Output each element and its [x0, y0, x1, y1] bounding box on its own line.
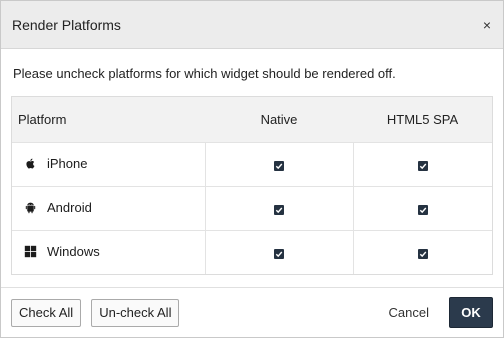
close-icon[interactable]: × [483, 17, 491, 33]
platform-label: Android [47, 200, 92, 215]
column-header-platform: Platform [12, 97, 205, 143]
render-platforms-dialog: Render Platforms × Please uncheck platfo… [0, 0, 504, 338]
native-cell [204, 230, 353, 274]
check-all-button[interactable]: Check All [11, 298, 82, 327]
table-header-row: Platform Native HTML5 SPA [12, 97, 492, 143]
ok-button[interactable]: OK [449, 297, 493, 328]
native-cell [204, 186, 353, 231]
apple-icon [24, 157, 37, 170]
dialog-footer: Check All Un-check All Cancel OK [1, 287, 503, 337]
html5-spa-cell [352, 142, 492, 187]
platform-cell: iPhone [12, 142, 205, 187]
checkbox-windows-html5-spa[interactable] [417, 248, 428, 259]
checkbox-iphone-native[interactable] [274, 160, 284, 171]
platform-cell: Android [12, 186, 205, 231]
checkbox-android-html5-spa[interactable] [417, 204, 428, 215]
html5-spa-cell [352, 186, 492, 231]
platform-label: Windows [47, 244, 100, 259]
checkbox-windows-native[interactable] [274, 248, 284, 259]
uncheck-all-button[interactable]: Un-check All [91, 298, 180, 327]
instructions-text: Please uncheck platforms for which widge… [13, 66, 396, 81]
dialog-title: Render Platforms [12, 16, 121, 33]
column-header-html5-spa: HTML5 SPA [353, 97, 492, 143]
native-cell [204, 142, 353, 187]
windows-icon [24, 245, 37, 258]
table-row-windows: Windows [12, 230, 492, 274]
column-header-native: Native [205, 97, 353, 143]
checkbox-android-native[interactable] [274, 204, 284, 215]
html5-spa-cell [352, 230, 492, 274]
table-row-iphone: iPhone [12, 142, 492, 187]
android-icon [24, 201, 37, 214]
dialog-header: Render Platforms × [1, 1, 503, 49]
checkbox-iphone-html5-spa[interactable] [417, 160, 428, 171]
platforms-table: Platform Native HTML5 SPA iPhone Android… [11, 96, 493, 275]
platform-cell: Windows [12, 230, 205, 274]
table-row-android: Android [12, 186, 492, 231]
platform-label: iPhone [47, 156, 88, 171]
cancel-button[interactable]: Cancel [383, 305, 435, 320]
